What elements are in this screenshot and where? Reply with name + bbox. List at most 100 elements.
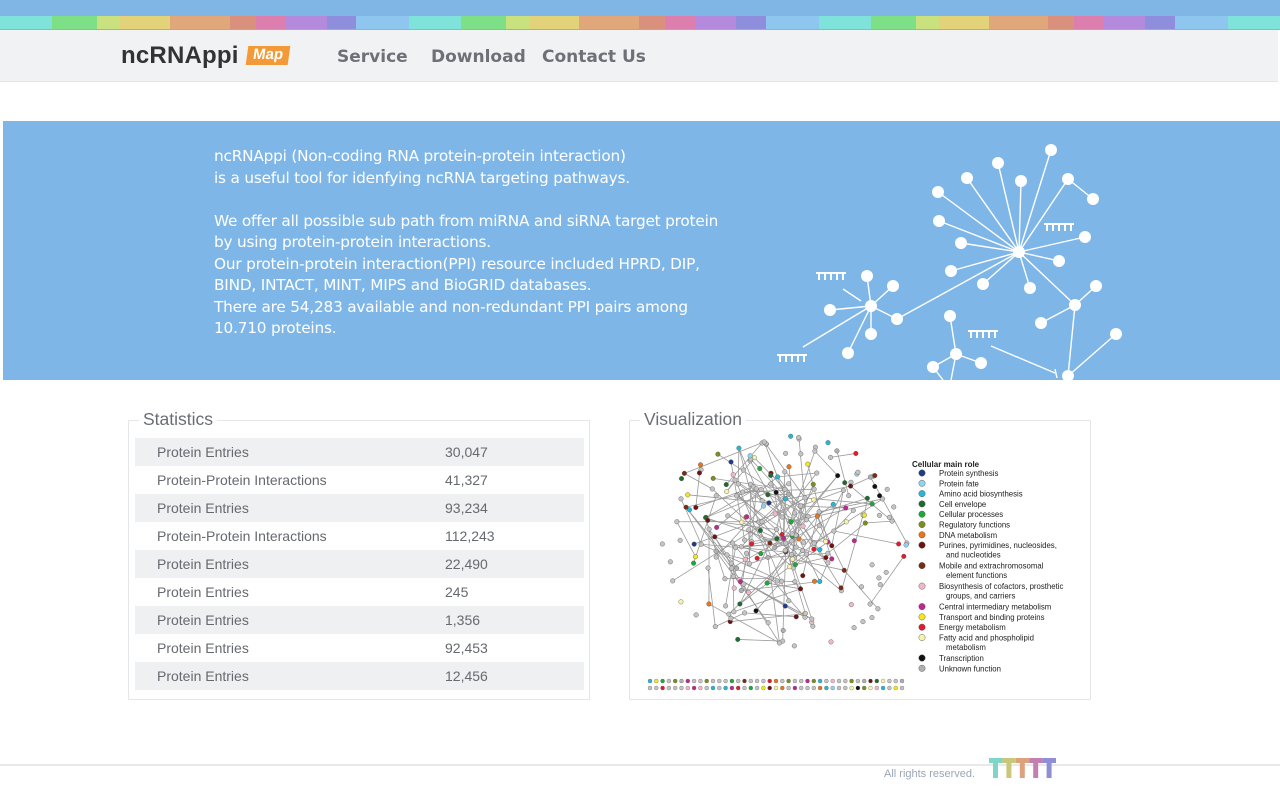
network-node bbox=[741, 581, 747, 587]
network-edge bbox=[792, 558, 845, 571]
singleton-node bbox=[666, 678, 672, 684]
legend-label: Fatty acid and phospholipid bbox=[939, 634, 1034, 643]
singleton-node bbox=[887, 685, 892, 691]
network-node bbox=[796, 536, 802, 542]
network-node bbox=[775, 474, 781, 480]
legend-title: Cellular main role bbox=[912, 460, 980, 469]
stat-label: Protein Entries bbox=[135, 662, 445, 690]
top-decorative-bar bbox=[0, 0, 1280, 30]
statistics-table: Protein Entries 30,047 Protein-Protein I… bbox=[135, 438, 584, 690]
singleton-node bbox=[799, 678, 804, 684]
singleton-node bbox=[673, 685, 678, 691]
network-node bbox=[850, 507, 856, 513]
site-logo[interactable]: ncRNAppi bbox=[121, 42, 239, 70]
network-node bbox=[796, 435, 802, 441]
nav-contact-us[interactable]: Contact Us bbox=[542, 47, 646, 67]
nav-service[interactable]: Service bbox=[337, 47, 408, 67]
color-stripe bbox=[285, 16, 327, 29]
network-graph-icon bbox=[777, 144, 1122, 380]
network-node bbox=[712, 534, 718, 540]
network-node bbox=[681, 470, 687, 476]
network-edge bbox=[807, 464, 829, 543]
network-node bbox=[828, 454, 834, 460]
singleton-node bbox=[754, 685, 760, 691]
network-node bbox=[735, 481, 741, 487]
network-node bbox=[710, 475, 716, 481]
singleton-node bbox=[893, 685, 898, 691]
network-node bbox=[734, 565, 740, 571]
legend-swatch bbox=[918, 541, 926, 549]
singleton-node bbox=[899, 685, 905, 691]
singleton-node bbox=[855, 685, 861, 691]
stat-value: 1,356 bbox=[445, 606, 584, 634]
network-node bbox=[802, 610, 808, 616]
stat-label: Protein Entries bbox=[135, 606, 445, 634]
legend-swatch bbox=[918, 521, 926, 528]
network-node bbox=[774, 578, 780, 584]
legend-label: DNA metabolism bbox=[939, 531, 997, 540]
color-stripe bbox=[409, 16, 462, 29]
logo-bar bbox=[989, 758, 1003, 763]
network-node bbox=[760, 503, 766, 509]
singleton-node bbox=[880, 678, 886, 684]
network-node bbox=[667, 559, 673, 565]
singleton-node-strip bbox=[647, 678, 905, 691]
legend-label: Biosynthesis of cofactors, prosthetic bbox=[939, 582, 1063, 591]
network-node bbox=[798, 586, 804, 592]
singleton-node bbox=[836, 678, 842, 684]
singleton-node bbox=[874, 678, 879, 684]
network-node bbox=[829, 543, 835, 549]
network-node bbox=[670, 578, 676, 584]
singleton-node bbox=[685, 685, 690, 691]
singleton-node bbox=[729, 678, 735, 684]
singleton-node bbox=[899, 678, 905, 684]
map-badge[interactable]: Map bbox=[245, 46, 291, 65]
color-stripe bbox=[96, 16, 120, 29]
network-node bbox=[779, 514, 785, 520]
color-stripe bbox=[229, 16, 256, 29]
nav-download[interactable]: Download bbox=[431, 47, 526, 67]
network-node bbox=[789, 538, 795, 544]
singleton-node bbox=[805, 678, 810, 684]
network-node bbox=[792, 579, 798, 585]
network-node bbox=[749, 541, 755, 547]
network-node bbox=[799, 547, 805, 553]
network-node bbox=[772, 544, 778, 550]
legend-swatch bbox=[918, 664, 926, 672]
network-node bbox=[872, 473, 878, 479]
singleton-node bbox=[805, 685, 810, 691]
legend-swatch bbox=[918, 510, 926, 518]
network-node bbox=[903, 542, 909, 548]
network-node bbox=[798, 451, 804, 457]
network-node bbox=[812, 448, 818, 454]
color-stripe bbox=[735, 16, 766, 29]
visualization-title: Visualization bbox=[640, 409, 746, 430]
network-node bbox=[805, 461, 811, 467]
network-node bbox=[754, 555, 760, 561]
color-stripe bbox=[169, 16, 230, 29]
color-stripe bbox=[529, 16, 580, 29]
network-node bbox=[734, 493, 740, 499]
singleton-node bbox=[666, 685, 672, 691]
network-node bbox=[787, 564, 793, 570]
network-node bbox=[743, 550, 749, 556]
network-node bbox=[786, 598, 792, 604]
network-node bbox=[678, 496, 684, 502]
singleton-node bbox=[792, 685, 798, 691]
stat-label: Protein-Protein Interactions bbox=[157, 472, 327, 488]
legend-label: Cell envelope bbox=[939, 500, 986, 509]
interaction-network-figure[interactable]: Cellular main roleProtein synthesisProte… bbox=[642, 433, 1082, 695]
network-node bbox=[829, 556, 835, 562]
singleton-node bbox=[736, 685, 741, 691]
network-node bbox=[803, 551, 809, 557]
network-node bbox=[875, 606, 881, 612]
table-row: Protein-Protein Interactions 112,243 bbox=[135, 522, 584, 550]
singleton-node bbox=[704, 678, 709, 684]
singleton-node bbox=[691, 685, 697, 691]
stat-value: 22,490 bbox=[445, 550, 584, 578]
network-node bbox=[731, 609, 737, 615]
network-node bbox=[767, 540, 773, 546]
legend-label: Transcription bbox=[939, 654, 984, 663]
network-node bbox=[809, 616, 815, 622]
singleton-node bbox=[780, 685, 785, 691]
